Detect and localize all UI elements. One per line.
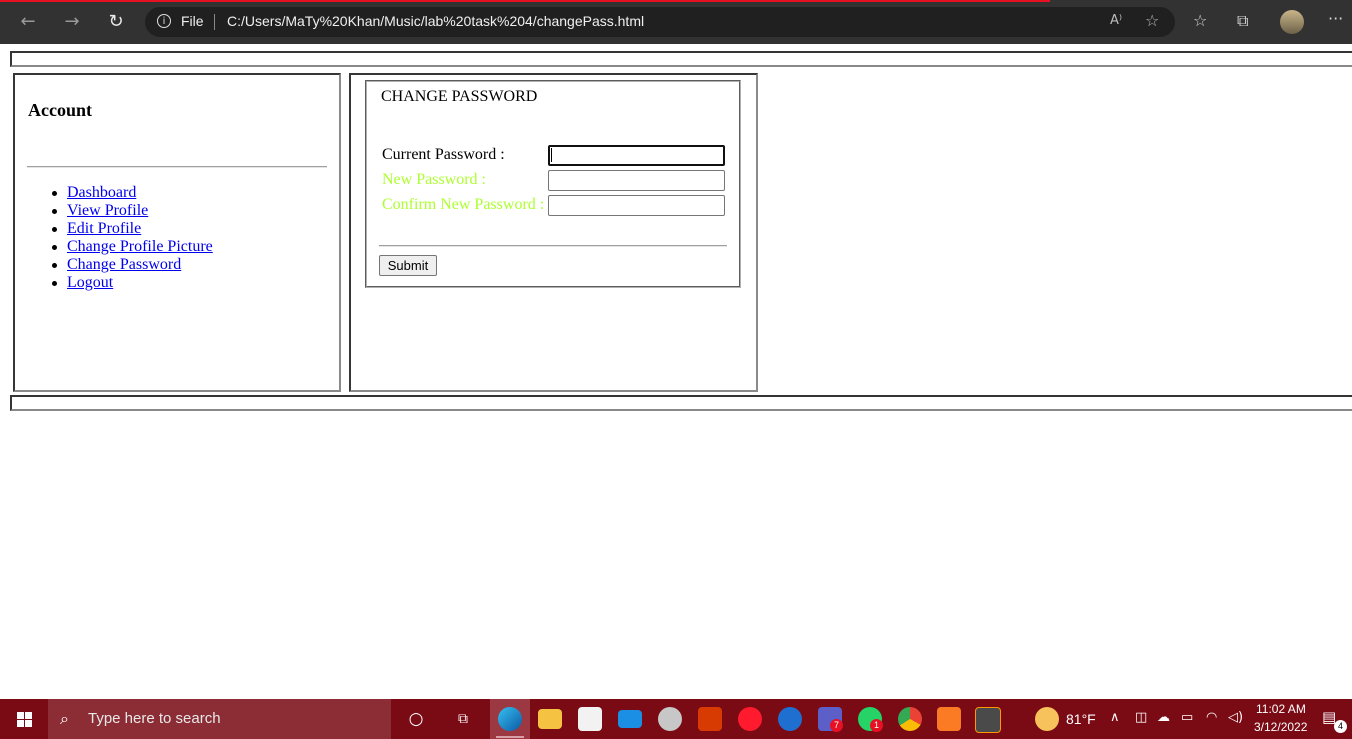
header-table-row bbox=[10, 51, 1352, 67]
dashboard-link[interactable]: Dashboard bbox=[67, 184, 136, 201]
sidebar-divider bbox=[27, 166, 327, 168]
change-profile-picture-link[interactable]: Change Profile Picture bbox=[67, 238, 213, 255]
page-viewport: Account Dashboard View Profile Edit Prof… bbox=[0, 44, 1352, 699]
weather-temperature[interactable]: 81°F bbox=[1066, 711, 1096, 727]
clock-date[interactable]: 3/12/2022 bbox=[1254, 720, 1307, 734]
menu-item-change-password: Change Password bbox=[52, 256, 213, 274]
teams-badge: 7 bbox=[830, 719, 843, 732]
mail-icon[interactable] bbox=[618, 710, 642, 728]
volume-icon[interactable]: ◁) bbox=[1228, 710, 1243, 725]
windows-logo-icon bbox=[17, 712, 32, 727]
read-aloud-icon[interactable]: A⁾ bbox=[1110, 13, 1122, 28]
weather-icon[interactable] bbox=[1035, 707, 1059, 731]
url-text[interactable]: C:/Users/MaTy%20Khan/Music/lab%20task%20… bbox=[227, 13, 644, 29]
start-button[interactable] bbox=[0, 699, 48, 739]
taskbar-search-box[interactable]: ⌕ Type here to search bbox=[48, 699, 391, 739]
notification-count-badge: 4 bbox=[1334, 720, 1347, 733]
meet-now-icon[interactable]: ◫ bbox=[1135, 710, 1147, 725]
current-password-input[interactable] bbox=[548, 145, 725, 166]
address-divider bbox=[214, 14, 215, 30]
office-icon[interactable] bbox=[698, 707, 722, 731]
current-password-label: Current Password : bbox=[382, 146, 505, 163]
new-password-input[interactable] bbox=[548, 170, 725, 191]
menu-item-view-profile: View Profile bbox=[52, 202, 213, 220]
search-icon: ⌕ bbox=[60, 709, 69, 728]
file-explorer-icon[interactable] bbox=[538, 709, 562, 729]
add-favorite-icon[interactable]: ☆ bbox=[1145, 11, 1159, 30]
edge-running-indicator bbox=[496, 736, 524, 738]
chevron-up-icon[interactable]: ∧ bbox=[1110, 710, 1120, 725]
edge-browser-icon[interactable] bbox=[498, 707, 522, 731]
cloud-sync-icon[interactable]: ☁ bbox=[1157, 710, 1170, 725]
collections-icon[interactable]: ⧉ bbox=[1237, 11, 1248, 31]
browser-toolbar: ← → ↻ i File C:/Users/MaTy%20Khan/Music/… bbox=[0, 0, 1352, 44]
account-menu: Dashboard View Profile Edit Profile Chan… bbox=[52, 184, 213, 292]
form-divider bbox=[379, 245, 727, 247]
scheme-label[interactable]: File bbox=[181, 13, 204, 29]
wifi-icon[interactable]: ◠ bbox=[1206, 710, 1217, 725]
info-icon[interactable]: i bbox=[157, 14, 171, 28]
more-options-icon[interactable]: ··· bbox=[1328, 9, 1343, 28]
submit-button[interactable]: Submit bbox=[379, 255, 437, 276]
reload-icon[interactable]: ↻ bbox=[104, 10, 128, 34]
battery-icon[interactable]: ▭ bbox=[1181, 710, 1193, 725]
whatsapp-badge: 1 bbox=[870, 719, 883, 732]
change-password-link[interactable]: Change Password bbox=[67, 256, 181, 273]
microsoft-store-icon[interactable] bbox=[578, 707, 602, 731]
logout-link[interactable]: Logout bbox=[67, 274, 113, 291]
edit-profile-link[interactable]: Edit Profile bbox=[67, 220, 141, 237]
chrome-icon[interactable] bbox=[898, 707, 922, 731]
forward-icon[interactable]: → bbox=[60, 10, 84, 34]
xampp-icon[interactable] bbox=[937, 707, 961, 731]
fieldset-legend: CHANGE PASSWORD bbox=[381, 88, 538, 105]
window-accent-bar bbox=[0, 0, 1050, 2]
menu-item-logout: Logout bbox=[52, 274, 213, 292]
favorites-icon[interactable]: ☆ bbox=[1193, 11, 1207, 30]
windows-taskbar: ⌕ Type here to search ○ ⧉ 7 1 81°F ∧ ◫ ☁… bbox=[0, 699, 1352, 739]
footer-table-row bbox=[10, 395, 1352, 411]
clock-time[interactable]: 11:02 AM bbox=[1256, 702, 1306, 716]
task-view-icon[interactable]: ⧉ bbox=[451, 707, 475, 731]
view-profile-link[interactable]: View Profile bbox=[67, 202, 148, 219]
search-placeholder: Type here to search bbox=[88, 710, 221, 727]
snip-tool-icon[interactable] bbox=[658, 707, 682, 731]
opera-icon[interactable] bbox=[738, 707, 762, 731]
menu-item-edit-profile: Edit Profile bbox=[52, 220, 213, 238]
account-heading: Account bbox=[28, 100, 92, 120]
sublime-text-icon[interactable] bbox=[975, 707, 1001, 733]
confirm-password-input[interactable] bbox=[548, 195, 725, 216]
address-bar[interactable]: i File C:/Users/MaTy%20Khan/Music/lab%20… bbox=[145, 7, 1175, 37]
text-caret bbox=[551, 148, 552, 162]
confirm-password-label: Confirm New Password : bbox=[382, 196, 545, 213]
back-icon[interactable]: ← bbox=[16, 10, 40, 34]
cortana-icon[interactable]: ○ bbox=[404, 707, 428, 731]
media-player-icon[interactable] bbox=[778, 707, 802, 731]
menu-item-dashboard: Dashboard bbox=[52, 184, 213, 202]
profile-avatar[interactable] bbox=[1280, 10, 1304, 34]
menu-item-change-picture: Change Profile Picture bbox=[52, 238, 213, 256]
new-password-label: New Password : bbox=[382, 171, 486, 188]
